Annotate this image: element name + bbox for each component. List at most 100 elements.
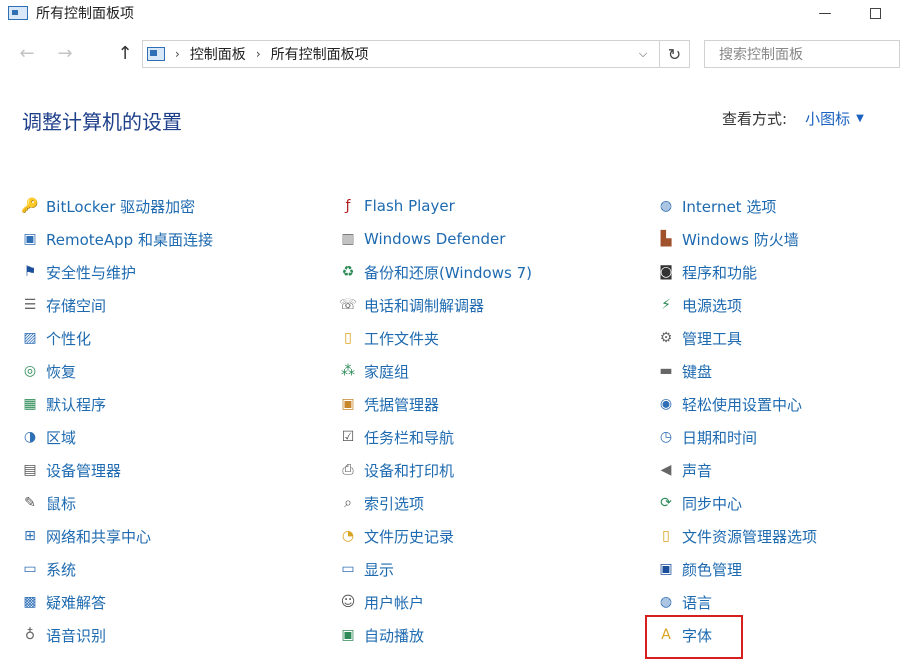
control-panel-item[interactable]: ◙ 程序和功能 — [656, 258, 757, 286]
flash-player-icon: ƒ — [345, 198, 351, 214]
default-programs-icon: ▦ — [23, 396, 37, 412]
control-panel-item-label: 索引选项 — [364, 494, 425, 513]
indexing-icon: ⌕ — [344, 495, 352, 511]
microphone-icon: ♁ — [24, 627, 36, 643]
page-title: 调整计算机的设置 — [22, 110, 182, 134]
control-panel-item[interactable]: ƒ Flash Player — [338, 192, 455, 220]
bitlocker-icon: 🔑 — [21, 198, 39, 214]
control-panel-item[interactable]: ◍ Internet 选项 — [656, 192, 776, 220]
control-panel-item-label: 用户帐户 — [364, 593, 425, 612]
control-panel-item-label: 任务栏和导航 — [364, 428, 455, 447]
remoteapp-icon: ▣ — [23, 231, 37, 247]
control-panel-item-label: 管理工具 — [682, 329, 743, 348]
user-accounts-icon: ☺ — [340, 594, 356, 610]
firewall-icon: ▙ — [660, 231, 672, 247]
control-panel-item[interactable]: ⚙ 管理工具 — [656, 324, 742, 352]
forward-button[interactable]: → — [52, 40, 78, 66]
control-panel-item[interactable]: ⟳ 同步中心 — [656, 489, 742, 517]
breadcrumb-control-panel[interactable]: 控制面板 — [190, 44, 246, 64]
control-panel-item[interactable]: ◔ 文件历史记录 — [338, 522, 454, 550]
clock-icon: ◷ — [659, 429, 673, 445]
control-panel-item[interactable]: ✎ 鼠标 — [20, 489, 76, 517]
minimize-button[interactable]: — — [800, 0, 850, 26]
control-panel-item[interactable]: ▯ 文件资源管理器选项 — [656, 522, 817, 550]
control-panel-item[interactable]: ☏ 电话和调制解调器 — [338, 291, 484, 319]
control-panel-item[interactable]: ◀ 声音 — [656, 456, 712, 484]
control-panel-item[interactable]: ▙ Windows 防火墙 — [656, 225, 799, 253]
control-panel-item[interactable]: ▣ 颜色管理 — [656, 555, 742, 583]
control-panel-item-label: 网络和共享中心 — [46, 527, 152, 546]
control-panel-item[interactable]: ⚡ 电源选项 — [656, 291, 742, 319]
device-manager-icon: ▤ — [23, 462, 37, 478]
troubleshoot-icon: ▩ — [23, 594, 37, 610]
internet-options-icon: ◍ — [659, 198, 673, 214]
chevron-down-icon[interactable]: ⌵ — [633, 41, 653, 67]
control-panel-item[interactable]: ♁ 语音识别 — [20, 621, 106, 649]
control-panel-item-label: 键盘 — [682, 362, 713, 381]
view-by-dropdown[interactable]: 小图标 — [805, 108, 850, 129]
personalization-icon: ▨ — [23, 330, 37, 346]
control-panel-item[interactable]: ▤ 设备管理器 — [20, 456, 121, 484]
control-panel-item-label: 设备管理器 — [46, 461, 122, 480]
speaker-icon: ◀ — [660, 462, 672, 478]
control-panel-item[interactable]: ▭ 显示 — [338, 555, 394, 583]
display-icon: ▭ — [341, 561, 355, 577]
control-panel-item[interactable]: ♻ 备份和还原(Windows 7) — [338, 258, 532, 286]
title-bar: 所有控制面板项 — — [0, 0, 900, 26]
ease-of-access-icon: ◉ — [659, 396, 673, 412]
control-panel-item[interactable]: ⎙ 设备和打印机 — [338, 456, 454, 484]
highlight-box — [645, 615, 743, 659]
control-panel-item[interactable]: ▥ Windows Defender — [338, 225, 505, 253]
control-panel-item-label: 存储空间 — [46, 296, 107, 315]
control-panel-item-label: BitLocker 驱动器加密 — [46, 197, 196, 216]
network-icon: ⊞ — [24, 528, 36, 544]
back-button[interactable]: ← — [14, 40, 40, 66]
control-panel-item[interactable]: ⚑ 安全性与维护 — [20, 258, 136, 286]
control-panel-item[interactable]: ▣ 自动播放 — [338, 621, 424, 649]
control-panel-item-label: Internet 选项 — [682, 197, 777, 216]
control-panel-item[interactable]: ☑ 任务栏和导航 — [338, 423, 454, 451]
work-folders-icon: ▯ — [344, 330, 352, 346]
control-panel-item-label: 系统 — [46, 560, 77, 579]
control-panel-item[interactable]: ◑ 区域 — [20, 423, 76, 451]
breadcrumb-separator: › — [255, 47, 261, 61]
control-panel-item-label: 鼠标 — [46, 494, 77, 513]
control-panel-item-label: Flash Player — [364, 197, 455, 215]
control-panel-item[interactable]: ⊞ 网络和共享中心 — [20, 522, 151, 550]
control-panel-item[interactable]: ⁂ 家庭组 — [338, 357, 409, 385]
control-panel-item-label: 文件历史记录 — [364, 527, 455, 546]
control-panel-item-label: 恢复 — [46, 362, 77, 381]
control-panel-item[interactable]: ▣ 凭据管理器 — [338, 390, 439, 418]
control-panel-item-label: 自动播放 — [364, 626, 425, 645]
control-panel-item-label: 电源选项 — [682, 296, 743, 315]
control-panel-item[interactable]: ☰ 存储空间 — [20, 291, 106, 319]
control-panel-item[interactable]: ⌕ 索引选项 — [338, 489, 424, 517]
control-panel-item[interactable]: ▯ 工作文件夹 — [338, 324, 439, 352]
dropdown-arrow-icon[interactable]: ▼ — [856, 113, 864, 124]
maximize-button[interactable] — [850, 0, 900, 26]
control-panel-item[interactable]: ▨ 个性化 — [20, 324, 91, 352]
up-button[interactable]: ↑ — [112, 40, 138, 66]
control-panel-item[interactable]: ▦ 默认程序 — [20, 390, 106, 418]
control-panel-item-label: Windows Defender — [364, 230, 506, 248]
control-panel-item[interactable]: ▭ 系统 — [20, 555, 76, 583]
control-panel-item[interactable]: ◷ 日期和时间 — [656, 423, 757, 451]
control-panel-item[interactable]: ▬ 键盘 — [656, 357, 712, 385]
refresh-button[interactable]: ↻ — [659, 41, 689, 67]
control-panel-item[interactable]: ◍ 语言 — [656, 588, 712, 616]
control-panel-item[interactable]: ◎ 恢复 — [20, 357, 76, 385]
search-input[interactable]: 搜索控制面板 — [704, 40, 900, 68]
control-panel-item-label: 程序和功能 — [682, 263, 758, 282]
control-panel-item[interactable]: 🔑 BitLocker 驱动器加密 — [20, 192, 195, 220]
control-panel-item[interactable]: ▩ 疑难解答 — [20, 588, 106, 616]
control-panel-item[interactable]: ☺ 用户帐户 — [338, 588, 424, 616]
color-management-icon: ▣ — [659, 561, 673, 577]
control-panel-item-label: 语言 — [682, 593, 713, 612]
control-panel-item[interactable]: ◉ 轻松使用设置中心 — [656, 390, 802, 418]
breadcrumb-all-items[interactable]: 所有控制面板项 — [271, 44, 369, 64]
window-title: 所有控制面板项 — [36, 6, 134, 22]
control-panel-item[interactable]: ▣ RemoteApp 和桌面连接 — [20, 225, 213, 253]
windows-defender-icon: ▥ — [341, 231, 355, 247]
control-panel-item-label: 日期和时间 — [682, 428, 758, 447]
address-bar[interactable]: › 控制面板 › 所有控制面板项 ⌵ ↻ — [142, 40, 690, 68]
